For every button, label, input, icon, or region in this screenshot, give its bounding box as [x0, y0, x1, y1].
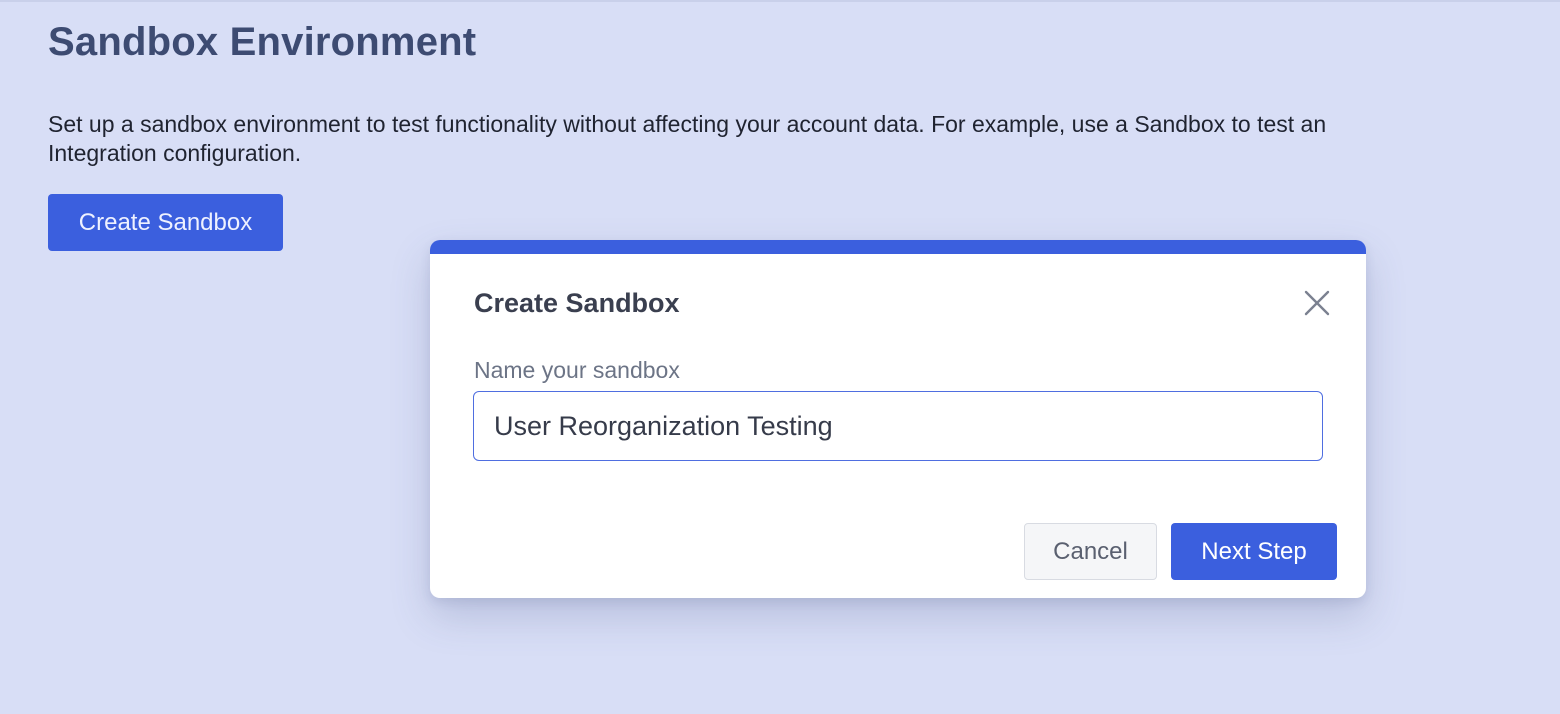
- page-title: Sandbox Environment: [48, 20, 477, 64]
- page-description: Set up a sandbox environment to test fun…: [48, 111, 1327, 166]
- close-button[interactable]: [1300, 286, 1334, 320]
- create-sandbox-dialog: Create Sandbox Name your sandbox Cancel …: [430, 240, 1366, 598]
- top-border: [0, 0, 1560, 2]
- sandbox-name-label: Name your sandbox: [474, 357, 680, 383]
- create-sandbox-button[interactable]: Create Sandbox: [48, 194, 283, 251]
- close-icon: [1300, 286, 1334, 320]
- sandbox-name-input[interactable]: [473, 391, 1323, 461]
- dialog-title: Create Sandbox: [474, 288, 680, 318]
- dialog-accent-bar: [430, 240, 1366, 254]
- next-step-button[interactable]: Next Step: [1171, 523, 1337, 580]
- cancel-button[interactable]: Cancel: [1024, 523, 1157, 580]
